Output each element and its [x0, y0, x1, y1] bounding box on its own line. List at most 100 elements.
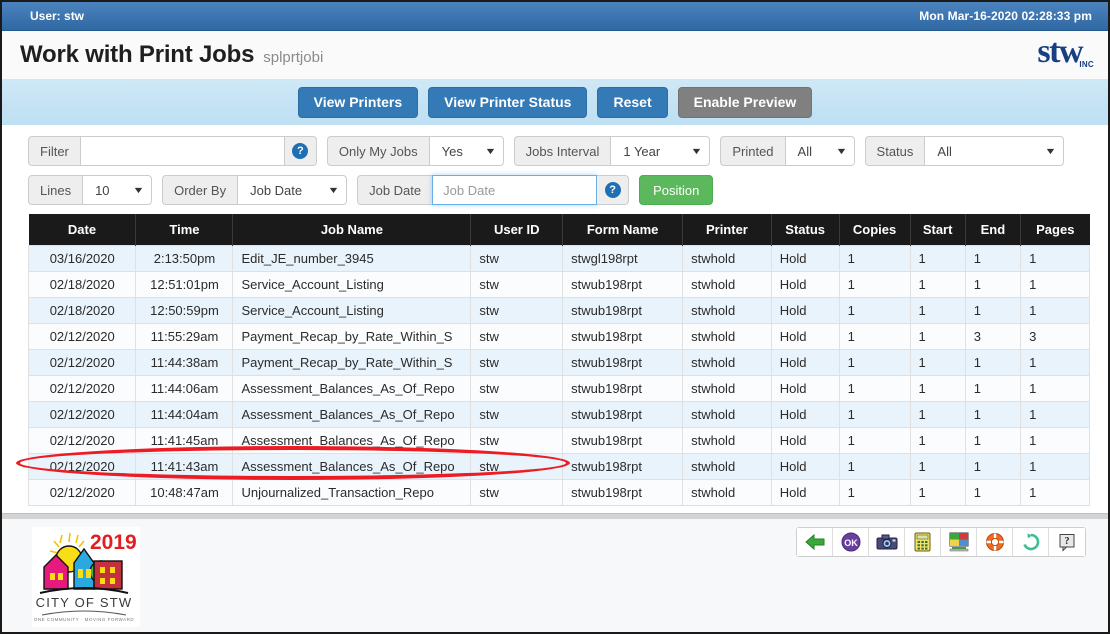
city-logo-name: CITY OF STW: [36, 595, 133, 610]
cell-status: Hold: [770, 375, 840, 402]
filter-job-name-input[interactable]: [79, 136, 285, 166]
table-row[interactable]: 02/12/2020 11:41:45am Assessment_Balances_…: [27, 427, 1090, 454]
table-row[interactable]: 02/12/2020 11:44:38am Payment_Recap_by_Rat…: [27, 349, 1090, 376]
cell-start: 1: [909, 349, 966, 376]
cell-job-name: Unjournalized_Transaction_Repo: [232, 479, 472, 506]
footer-toolbar: OK ?: [796, 527, 1086, 557]
cell-time: 11:44:04am: [135, 401, 234, 428]
print-jobs-page: User: stw Mon Mar-16-2020 02:28:33 pm Wo…: [0, 0, 1110, 634]
cell-job-name: Payment_Recap_by_Rate_Within_S: [232, 323, 472, 350]
jobs-interval-group: Jobs Interval 1 Year ▼: [513, 136, 711, 166]
status-select[interactable]: All ▼: [924, 136, 1065, 166]
cell-end: 1: [964, 401, 1022, 428]
job-date-group: Job Date Job Date ?: [357, 175, 630, 205]
column-header-user-id[interactable]: User ID: [470, 214, 564, 246]
filter-help-button[interactable]: ?: [284, 136, 317, 166]
column-header-date[interactable]: Date: [28, 214, 137, 246]
action-button-bar: View Printers View Printer Status Reset …: [2, 80, 1108, 126]
cell-form-name: stwub198rpt: [562, 375, 684, 402]
top-user-bar: User: stw Mon Mar-16-2020 02:28:33 pm: [2, 2, 1108, 31]
cell-user-id: stw: [470, 427, 564, 454]
position-button[interactable]: Position: [639, 175, 714, 205]
view-printer-status-button[interactable]: View Printer Status: [428, 87, 588, 118]
cell-form-name: stwub198rpt: [562, 453, 684, 480]
table-row[interactable]: 02/12/2020 11:44:04am Assessment_Balances_…: [27, 401, 1090, 428]
help-icon[interactable]: ?: [1049, 528, 1085, 556]
spreadsheet-icon[interactable]: [941, 528, 977, 556]
job-date-label: Job Date: [357, 175, 433, 205]
cell-form-name: stwub198rpt: [562, 401, 684, 428]
column-header-status[interactable]: Status: [771, 214, 840, 246]
jobs-interval-select[interactable]: 1 Year ▼: [610, 136, 711, 166]
cell-time: 12:51:01pm: [135, 271, 234, 298]
column-header-printer[interactable]: Printer: [682, 214, 772, 246]
cell-form-name: stwub198rpt: [562, 427, 684, 454]
cell-user-id: stw: [470, 453, 564, 480]
cell-user-id: stw: [470, 297, 564, 324]
cell-time: 12:50:59pm: [135, 297, 234, 324]
filter-label: Filter: [28, 136, 80, 166]
table-row[interactable]: 02/12/2020 11:44:06am Assessment_Balances_…: [27, 375, 1090, 402]
cell-status: Hold: [770, 349, 840, 376]
system-timestamp: Mon Mar-16-2020 02:28:33 pm: [919, 9, 1092, 23]
cell-user-id: stw: [470, 401, 564, 428]
cell-time: 10:48:47am: [135, 479, 234, 506]
calculator-icon[interactable]: [905, 528, 941, 556]
column-header-start[interactable]: Start: [910, 214, 966, 246]
status-label: Status: [864, 136, 925, 166]
cell-printer: stwhold: [682, 453, 772, 480]
cell-start: 1: [909, 453, 966, 480]
page-footer: 2019 CITY OF STW ONE COMMUNITY · MOVING …: [2, 519, 1108, 632]
job-date-input[interactable]: Job Date: [432, 175, 598, 205]
enable-preview-button[interactable]: Enable Preview: [677, 87, 813, 118]
printed-select[interactable]: All ▼: [784, 136, 855, 166]
view-printers-button[interactable]: View Printers: [297, 87, 419, 118]
printed-group: Printed All ▼: [720, 136, 855, 166]
cell-pages: 1: [1020, 427, 1090, 454]
table-row[interactable]: 02/12/2020 10:48:47am Unjournalized_Transa…: [27, 479, 1090, 506]
ok-icon[interactable]: OK: [833, 528, 869, 556]
only-my-jobs-select[interactable]: Yes ▼: [428, 136, 504, 166]
cell-time: 11:44:38am: [135, 349, 234, 376]
cell-status: Hold: [770, 479, 840, 506]
cell-end: 1: [964, 479, 1022, 506]
column-header-job-name[interactable]: Job Name: [232, 214, 472, 246]
column-header-copies[interactable]: Copies: [839, 214, 911, 246]
column-header-end[interactable]: End: [965, 214, 1022, 246]
job-date-help-button[interactable]: ?: [597, 175, 630, 205]
back-arrow-icon[interactable]: [797, 528, 833, 556]
cell-pages: 1: [1020, 375, 1090, 402]
cell-end: 1: [964, 297, 1022, 324]
program-id: splprtjobi: [263, 49, 324, 66]
cell-status: Hold: [770, 453, 840, 480]
table-row[interactable]: 03/16/2020 2:13:50pm Edit_JE_number_3945 st…: [27, 245, 1090, 272]
cell-pages: 1: [1020, 453, 1090, 480]
lines-select[interactable]: 10 ▼: [82, 175, 153, 205]
table-row[interactable]: 02/12/2020 11:41:43am Assessment_Balances_…: [27, 453, 1090, 480]
table-row[interactable]: 02/18/2020 12:51:01pm Service_Account_List…: [27, 271, 1090, 298]
chevron-down-icon: ▼: [834, 146, 848, 156]
cell-pages: 3: [1020, 323, 1090, 350]
cell-copies: 1: [838, 349, 911, 376]
status-value: All: [937, 143, 952, 159]
cell-printer: stwhold: [682, 323, 772, 350]
order-by-select[interactable]: Job Date ▼: [237, 175, 348, 205]
cell-time: 11:41:43am: [135, 453, 234, 480]
table-row[interactable]: 02/12/2020 11:55:29am Payment_Recap_by_Rat…: [27, 323, 1090, 350]
reset-button[interactable]: Reset: [597, 87, 668, 118]
cell-job-name: Assessment_Balances_As_Of_Repo: [232, 375, 472, 402]
printed-value: All: [797, 143, 812, 159]
column-header-form-name[interactable]: Form Name: [562, 214, 684, 246]
cell-printer: stwhold: [682, 479, 772, 506]
camera-icon[interactable]: [869, 528, 905, 556]
cell-printer: stwhold: [682, 401, 772, 428]
column-header-time[interactable]: Time: [135, 214, 234, 246]
cell-job-name: Assessment_Balances_As_Of_Repo: [232, 427, 472, 454]
cell-start: 1: [909, 323, 966, 350]
refresh-icon[interactable]: [1013, 528, 1049, 556]
table-row[interactable]: 02/18/2020 12:50:59pm Service_Account_List…: [27, 297, 1090, 324]
lifering-icon[interactable]: [977, 528, 1013, 556]
cell-date: 02/18/2020: [27, 297, 137, 324]
column-header-pages[interactable]: Pages: [1020, 214, 1090, 246]
cell-time: 11:44:06am: [135, 375, 234, 402]
